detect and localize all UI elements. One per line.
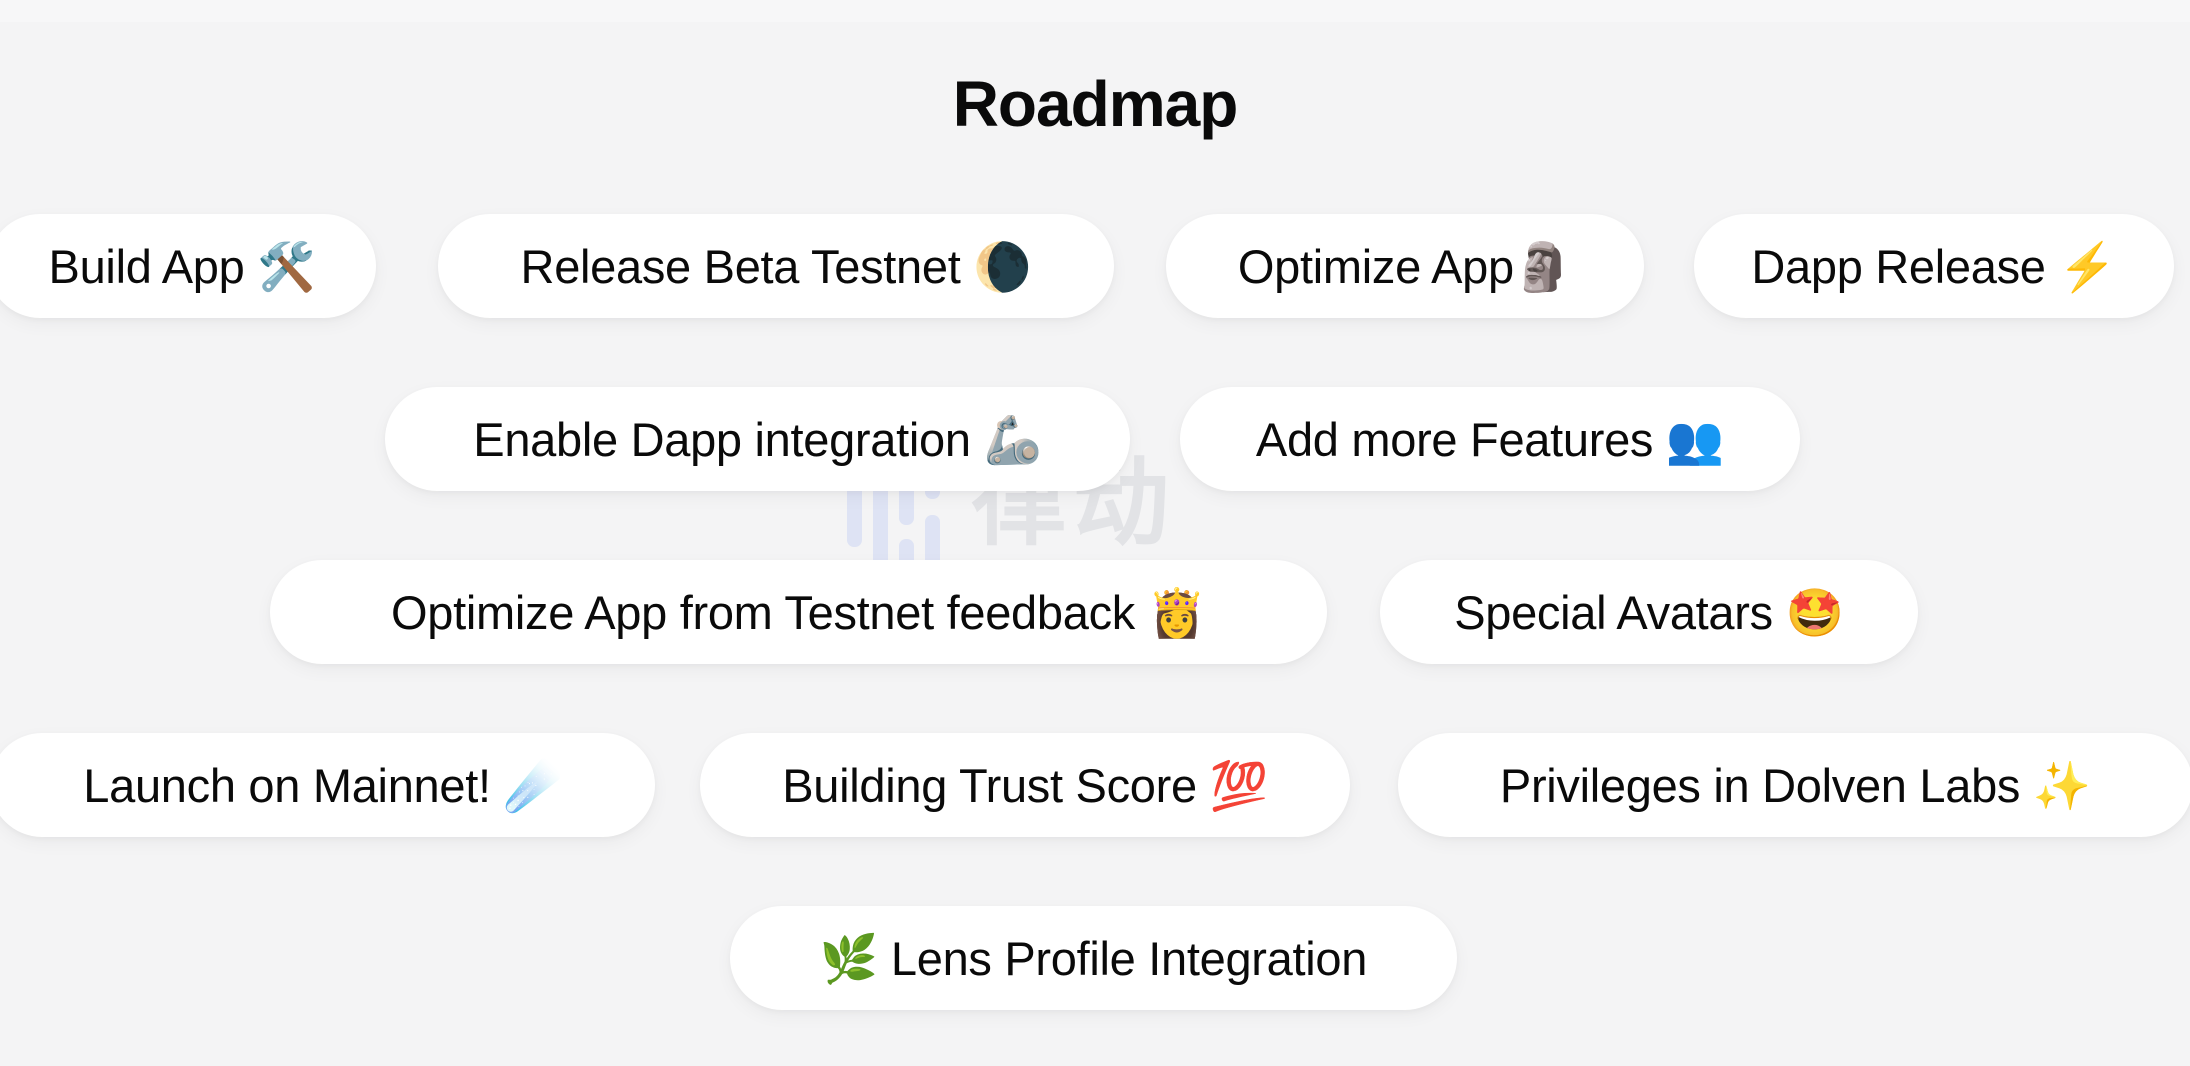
roadmap-item-label: Add more Features 👥 (1255, 412, 1725, 466)
roadmap-row-3: Optimize App from Testnet feedback 👸 Spe… (0, 560, 2190, 664)
roadmap-item-building-trust-score[interactable]: Building Trust Score 💯 (700, 733, 1350, 837)
roadmap-row-5: 🌿 Lens Profile Integration (0, 906, 2190, 1010)
page-title: Roadmap (952, 68, 1239, 140)
roadmap-item-label: 🌿 Lens Profile Integration (819, 931, 1368, 985)
roadmap-item-special-avatars[interactable]: Special Avatars 🤩 (1380, 560, 1918, 664)
roadmap-row-4: Launch on Mainnet! ☄️ Building Trust Sco… (0, 733, 2190, 837)
roadmap-item-label: Release Beta Testnet 🌘 (520, 239, 1032, 293)
roadmap-item-label: Launch on Mainnet! ☄️ (83, 758, 562, 812)
roadmap-item-enable-dapp-integration[interactable]: Enable Dapp integration 🦾 (385, 387, 1130, 491)
roadmap-row-2: Enable Dapp integration 🦾 Add more Featu… (0, 387, 2190, 491)
roadmap-item-build-app[interactable]: Build App 🛠️ (0, 214, 376, 318)
roadmap-item-label: Build App 🛠️ (48, 239, 316, 293)
roadmap-page: Roadmap Build App 🛠️ Release Beta Testne… (0, 0, 2190, 1066)
roadmap-item-label: Optimize App from Testnet feedback 👸 (391, 585, 1206, 639)
roadmap-item-add-more-features[interactable]: Add more Features 👥 (1180, 387, 1800, 491)
roadmap-row-1: Build App 🛠️ Release Beta Testnet 🌘 Opti… (0, 214, 2190, 318)
roadmap-item-optimize-app-from-testnet-feedback[interactable]: Optimize App from Testnet feedback 👸 (270, 560, 1327, 664)
roadmap-item-label: Optimize App🗿 (1237, 239, 1573, 293)
roadmap-item-launch-on-mainnet[interactable]: Launch on Mainnet! ☄️ (0, 733, 655, 837)
roadmap-item-label: Enable Dapp integration 🦾 (473, 412, 1042, 466)
roadmap-item-label: Special Avatars 🤩 (1454, 585, 1844, 639)
roadmap-item-release-beta-testnet[interactable]: Release Beta Testnet 🌘 (438, 214, 1114, 318)
roadmap-item-label: Privileges in Dolven Labs ✨ (1499, 758, 2092, 812)
roadmap-item-dapp-release[interactable]: Dapp Release ⚡ (1694, 214, 2174, 318)
roadmap-item-optimize-app[interactable]: Optimize App🗿 (1166, 214, 1644, 318)
roadmap-item-label: Dapp Release ⚡ (1751, 239, 2117, 293)
roadmap-item-lens-profile-integration[interactable]: 🌿 Lens Profile Integration (730, 906, 1457, 1010)
roadmap-item-label: Building Trust Score 💯 (782, 758, 1268, 812)
roadmap-item-privileges-in-dolven-labs[interactable]: Privileges in Dolven Labs ✨ (1398, 733, 2190, 837)
